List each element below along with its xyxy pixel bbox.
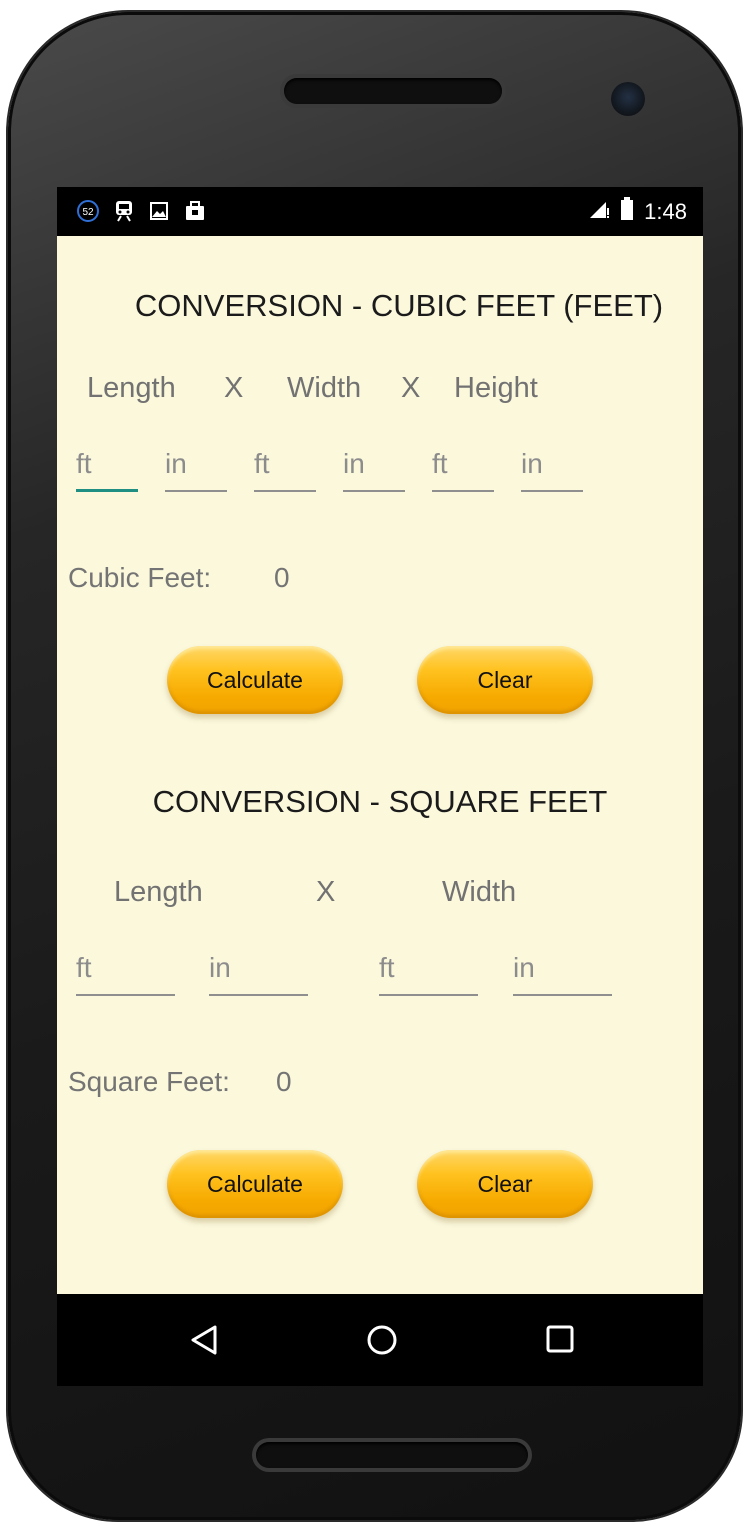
cubic-width-ft-input[interactable]: ft: [254, 446, 316, 492]
square-title: CONVERSION - SQUARE FEET: [152, 784, 608, 819]
cubic-height-in-input[interactable]: in: [521, 446, 583, 492]
square-result-value: 0: [276, 1066, 292, 1097]
cubic-calculate-button[interactable]: Calculate: [167, 646, 343, 714]
front-camera: [611, 82, 645, 116]
cubic-length-in-input[interactable]: in: [165, 446, 227, 492]
train-icon: [114, 199, 134, 223]
cubic-height-label: Height: [454, 372, 538, 404]
square-calculate-button[interactable]: Calculate: [167, 1150, 343, 1218]
cubic-height-ft-input[interactable]: ft: [432, 446, 494, 492]
cubic-width-label: Width: [287, 372, 362, 404]
square-width-label: Width: [442, 876, 517, 908]
square-length-label: Length: [114, 876, 203, 908]
screen: 52 1:48 CONVERSION - CUBIC FEET (FEET) L…: [57, 187, 703, 1386]
square-width-in-input[interactable]: in: [513, 950, 612, 996]
back-icon[interactable]: [189, 1324, 219, 1361]
square-x-label: X: [316, 876, 336, 908]
notification-count-icon: 52: [77, 200, 99, 222]
status-time: 1:48: [644, 198, 687, 224]
recents-icon[interactable]: [545, 1324, 575, 1359]
square-length-ft-input[interactable]: ft: [76, 950, 175, 996]
cubic-x-label-2: X: [401, 372, 421, 404]
cubic-length-label: Length: [87, 372, 176, 404]
cubic-result-value: 0: [274, 562, 290, 593]
cubic-clear-button[interactable]: Clear: [417, 646, 593, 714]
cubic-title: CONVERSION - CUBIC FEET (FEET): [134, 288, 664, 323]
cubic-width-in-input[interactable]: in: [343, 446, 405, 492]
bag-icon: [184, 200, 206, 222]
navigation-bar: [57, 1294, 703, 1386]
cubic-length-ft-input[interactable]: ft: [76, 446, 138, 492]
home-icon[interactable]: [366, 1324, 398, 1361]
cubic-result-label: Cubic Feet:: [68, 562, 212, 593]
app-content: CONVERSION - CUBIC FEET (FEET) Length X …: [57, 236, 703, 1296]
cubic-x-label-1: X: [224, 372, 244, 404]
battery-icon: [620, 197, 634, 226]
square-result-label: Square Feet:: [68, 1066, 230, 1097]
earpiece-speaker: [284, 78, 502, 104]
image-icon: [149, 201, 169, 221]
square-width-ft-input[interactable]: ft: [379, 950, 478, 996]
bottom-speaker: [256, 1442, 528, 1468]
signal-icon: [588, 198, 610, 225]
square-length-in-input[interactable]: in: [209, 950, 308, 996]
square-clear-button[interactable]: Clear: [417, 1150, 593, 1218]
status-bar: 52 1:48: [57, 187, 703, 236]
